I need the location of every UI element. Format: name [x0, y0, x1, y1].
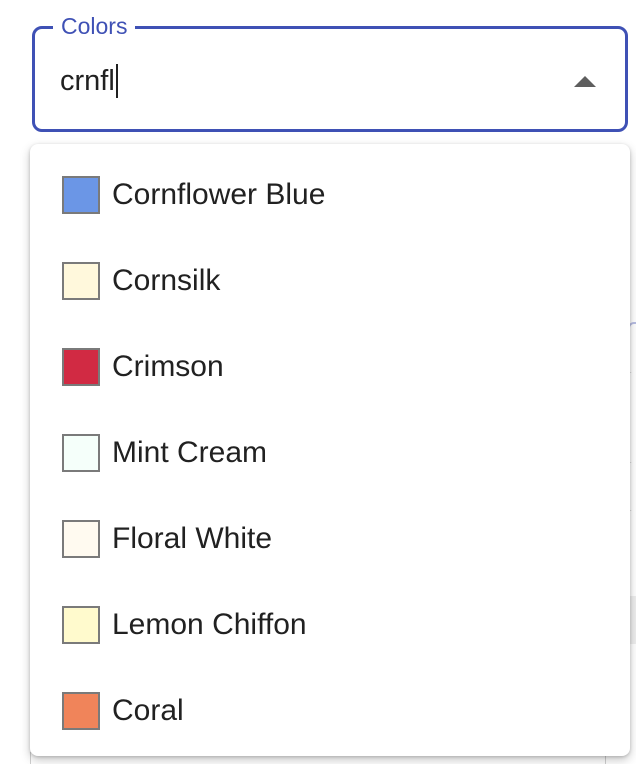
- option-floral-white[interactable]: Floral White: [30, 496, 630, 582]
- option-label: Cornsilk: [112, 264, 221, 297]
- option-cornflower-blue[interactable]: Cornflower Blue: [30, 152, 630, 238]
- color-swatch: [62, 176, 100, 214]
- option-label: Mint Cream: [112, 436, 268, 469]
- triangle-up-icon[interactable]: [571, 69, 599, 93]
- option-label: Floral White: [112, 522, 273, 555]
- text-caret: [115, 64, 118, 98]
- option-crimson[interactable]: Crimson: [30, 324, 630, 410]
- option-label: Crimson: [112, 350, 224, 383]
- colors-field-label: Colors: [53, 12, 136, 40]
- option-coral[interactable]: Coral: [30, 668, 630, 754]
- page: Colors crnfl Cornflower Blue Cornsilk Cr…: [0, 0, 636, 764]
- option-lemon-chiffon[interactable]: Lemon Chiffon: [30, 582, 630, 668]
- option-cornsilk[interactable]: Cornsilk: [30, 238, 630, 324]
- colors-search-input[interactable]: crnfl: [60, 59, 540, 103]
- color-swatch: [62, 606, 100, 644]
- color-swatch: [62, 262, 100, 300]
- option-label: Coral: [112, 694, 184, 727]
- colors-listbox: Cornflower Blue Cornsilk Crimson Mint Cr…: [30, 144, 630, 756]
- option-label: Cornflower Blue: [112, 178, 326, 211]
- color-swatch: [62, 692, 100, 730]
- colors-combobox[interactable]: Colors crnfl: [32, 12, 628, 132]
- color-swatch: [62, 434, 100, 472]
- option-label: Lemon Chiffon: [112, 608, 307, 641]
- color-swatch: [62, 348, 100, 386]
- color-swatch: [62, 520, 100, 558]
- option-mint-cream[interactable]: Mint Cream: [30, 410, 630, 496]
- colors-input-value: crnfl: [60, 64, 115, 97]
